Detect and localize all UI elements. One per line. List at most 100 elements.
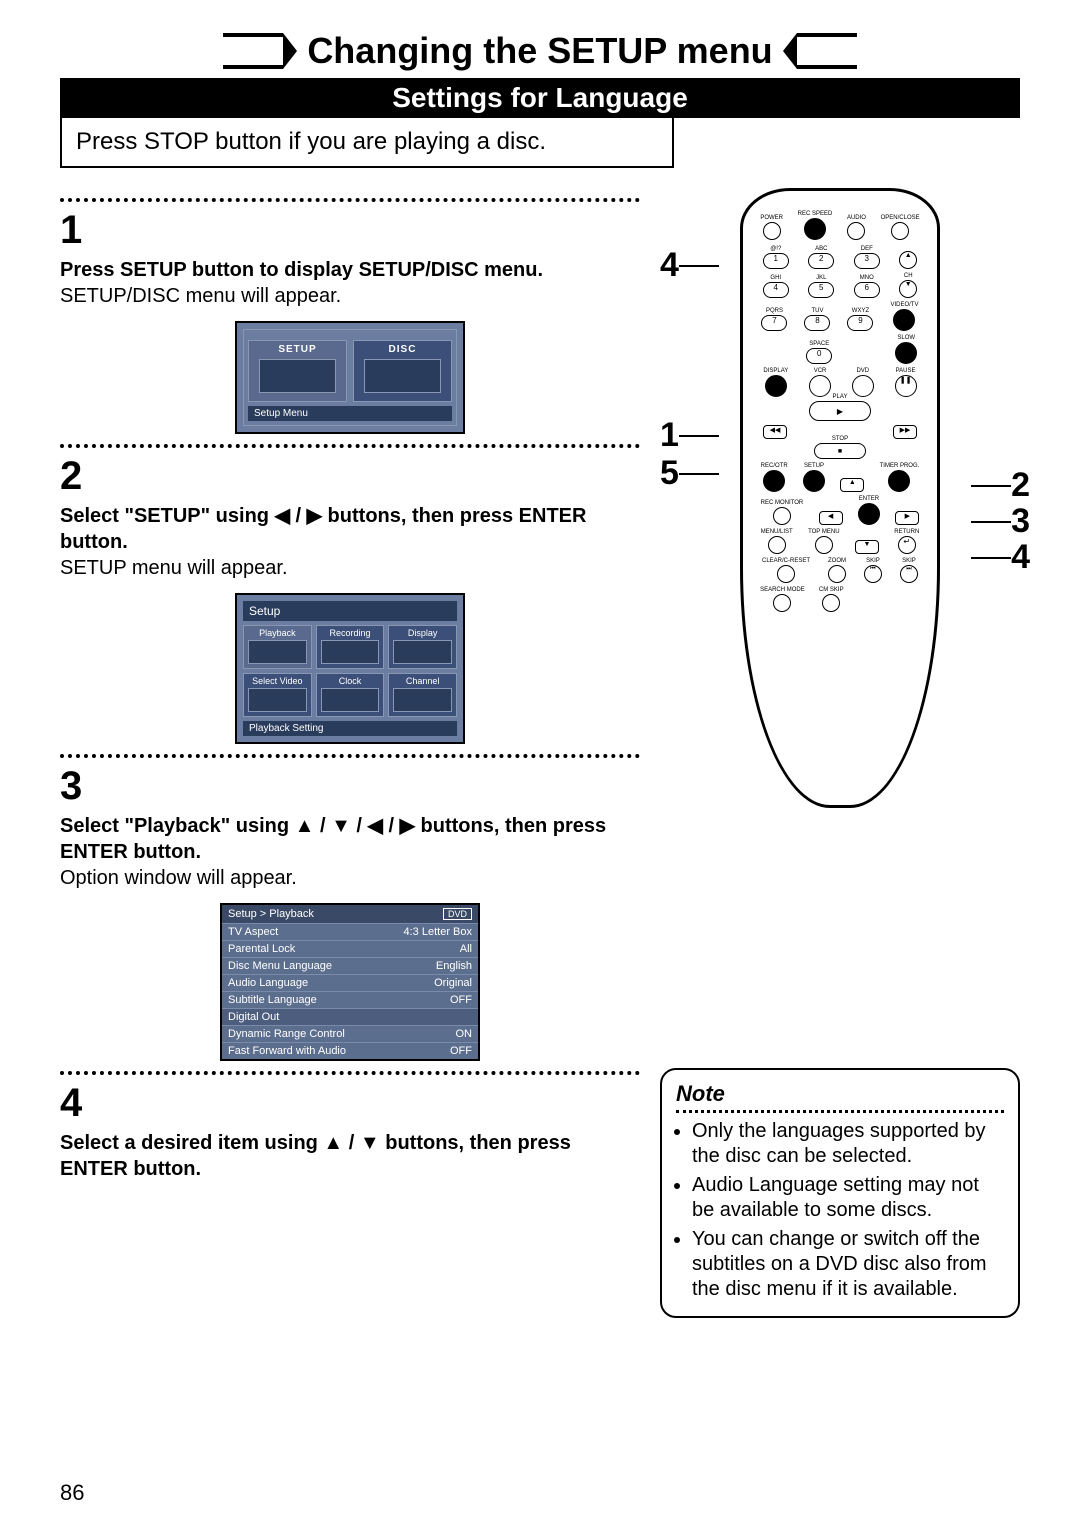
callout-3-arrows: 3: [1011, 504, 1030, 538]
step-2-result: SETUP menu will appear.: [60, 555, 640, 581]
power-button: [763, 222, 781, 240]
callout-5-setup: 5: [660, 456, 679, 490]
dvd-button: [852, 375, 874, 397]
rec-monitor-button: [773, 507, 791, 525]
menu-tile-disc: DISC: [353, 340, 452, 402]
tile-playback: Playback: [243, 625, 312, 669]
tile-recording: Recording: [316, 625, 385, 669]
video-tv-button: [893, 309, 915, 331]
down-arrow-button: ▼: [855, 540, 879, 554]
fast-forward-button: ▶▶: [893, 425, 917, 439]
note-item: You can change or switch off the subtitl…: [692, 1227, 1004, 1302]
remote-body: POWER REC SPEED AUDIO OPEN/CLOSE @!?1 AB…: [740, 188, 940, 808]
num-0-button: 0: [806, 348, 832, 364]
step-1-result: SETUP/DISC menu will appear.: [60, 283, 640, 309]
timer-prog-button: [888, 470, 910, 492]
callout-1-stop: 1: [660, 418, 679, 452]
row-val: All: [460, 943, 472, 955]
row-val: Original: [434, 977, 472, 989]
row-key: Dynamic Range Control: [228, 1028, 345, 1040]
callout-4-return: 4: [1011, 540, 1030, 574]
return-button: ↵: [898, 536, 916, 554]
num-7-button: 7: [761, 315, 787, 331]
zoom-button: [828, 565, 846, 583]
left-arrow-button: ◀: [819, 511, 843, 525]
row-key: Digital Out: [228, 1011, 279, 1023]
num-6-button: 6: [854, 282, 880, 298]
rec-speed-button: [804, 218, 826, 240]
row-key: Disc Menu Language: [228, 960, 332, 972]
num-4-button: 4: [763, 282, 789, 298]
step-2-screenshot: Setup Playback Recording Display Select …: [235, 593, 465, 744]
rec-otr-button: [763, 470, 785, 492]
page-title: Changing the SETUP menu: [287, 30, 792, 72]
setup-header: Setup: [243, 601, 457, 621]
bracket-left-icon: [223, 33, 283, 69]
num-2-button: 2: [808, 253, 834, 269]
row-val: 4:3 Letter Box: [404, 926, 473, 938]
cm-skip-button: [822, 594, 840, 612]
row-key: Parental Lock: [228, 943, 295, 955]
section-heading: Settings for Language: [60, 78, 1020, 118]
step-1-number: 1: [60, 208, 640, 253]
callout-4-audio: 4: [660, 248, 679, 282]
row-val: OFF: [450, 1045, 472, 1057]
divider-icon: [60, 754, 640, 758]
stop-button: STOP ■: [814, 443, 866, 459]
step-3-result: Option window will appear.: [60, 865, 640, 891]
step-2-number: 2: [60, 454, 640, 499]
num-9-button: 9: [847, 315, 873, 331]
step-4-number: 4: [60, 1081, 640, 1126]
page-number: 86: [60, 1480, 84, 1506]
row-key: Fast Forward with Audio: [228, 1045, 346, 1057]
step-4-instruction: Select a desired item using ▲ / ▼ button…: [60, 1130, 640, 1182]
pause-button: ❚❚: [895, 375, 917, 397]
row-key: TV Aspect: [228, 926, 278, 938]
audio-button: [847, 222, 865, 240]
clear-reset-button: [777, 565, 795, 583]
step-1-instruction: Press SETUP button to display SETUP/DISC…: [60, 257, 640, 283]
row-key: Audio Language: [228, 977, 308, 989]
note-heading: Note: [676, 1080, 1004, 1108]
dotted-rule-icon: [676, 1110, 1004, 1113]
tile-display: Display: [388, 625, 457, 669]
up-arrow-button: ▲: [840, 478, 864, 492]
setup-button: [803, 470, 825, 492]
note-item: Audio Language setting may not be availa…: [692, 1173, 1004, 1223]
bracket-right-icon: [797, 33, 857, 69]
num-8-button: 8: [804, 315, 830, 331]
row-val: ON: [456, 1028, 473, 1040]
dvd-badge: DVD: [443, 908, 472, 920]
divider-icon: [60, 1071, 640, 1075]
breadcrumb: Setup > Playback: [228, 908, 314, 920]
step-3-number: 3: [60, 764, 640, 809]
ch-up-button: ▲: [899, 251, 917, 269]
top-menu-button: [815, 536, 833, 554]
skip-fwd-button: ⏭: [900, 565, 918, 583]
open-close-button: [891, 222, 909, 240]
page-title-bar: Changing the SETUP menu: [60, 30, 1020, 72]
screenshot-footer: Setup Menu: [248, 406, 452, 421]
num-5-button: 5: [808, 282, 834, 298]
divider-icon: [60, 198, 640, 202]
rewind-button: ◀◀: [763, 425, 787, 439]
right-arrow-button: ▶: [895, 511, 919, 525]
num-1-button: 1: [763, 253, 789, 269]
tile-clock: Clock: [316, 673, 385, 717]
note-box: Note Only the languages supported by the…: [660, 1068, 1020, 1318]
menu-tile-setup: SETUP: [248, 340, 347, 402]
enter-button: [858, 503, 880, 525]
note-item: Only the languages supported by the disc…: [692, 1119, 1004, 1169]
display-button: [765, 375, 787, 397]
step-3-instruction: Select "Playback" using ▲ / ▼ / ◀ / ▶ bu…: [60, 813, 640, 865]
remote-illustration: 4 1 5 2 3 4 POWER REC SPEED AUDIO OPEN/C…: [660, 188, 1020, 808]
row-val: English: [436, 960, 472, 972]
screenshot-footer: Playback Setting: [243, 721, 457, 736]
slow-button: [895, 342, 917, 364]
callout-2-enter: 2: [1011, 468, 1030, 502]
row-key: Subtitle Language: [228, 994, 317, 1006]
step-3-screenshot: Setup > Playback DVD TV Aspect 4:3 Letter…: [220, 903, 480, 1061]
vcr-button: [809, 375, 831, 397]
tile-select-video: Select Video: [243, 673, 312, 717]
menu-list-button: [768, 536, 786, 554]
